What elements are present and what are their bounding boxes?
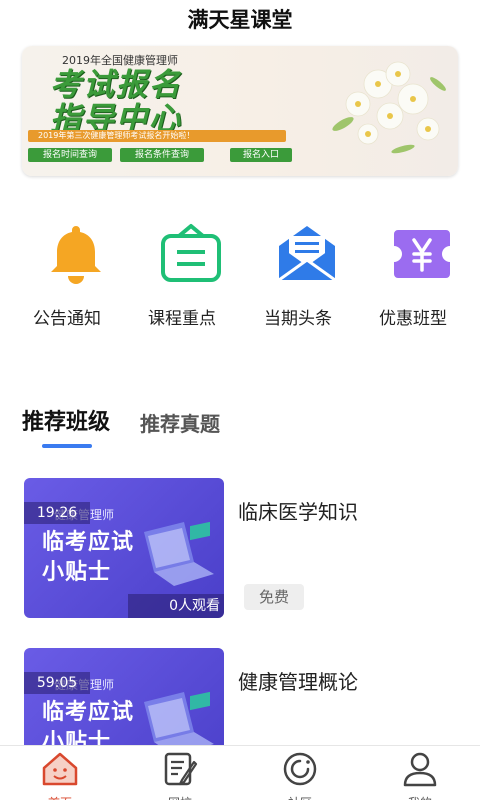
bell-icon <box>51 226 101 284</box>
banner-button-conditions[interactable]: 报名条件查询 <box>120 148 204 162</box>
home-icon <box>42 752 78 786</box>
tabbar-home[interactable]: 首页 <box>0 750 120 800</box>
page-title: 满天星课堂 <box>187 8 293 32</box>
video-duration: 59:05 <box>24 672 90 694</box>
quick-link-headlines[interactable]: 当期头条 <box>248 218 348 329</box>
video-duration: 19:26 <box>24 502 90 524</box>
thumb-headline-line2: 小贴士 <box>42 730 112 745</box>
view-count: 0人观看 <box>128 594 224 618</box>
thumb-headline: 临考应试 小贴士 <box>42 528 134 588</box>
banner-button-entry[interactable]: 报名入口 <box>230 148 292 162</box>
tab-recommended-classes[interactable]: 推荐班级 <box>22 404 110 436</box>
notice-board-icon <box>161 224 221 282</box>
tabbar-label: 社区 <box>240 794 360 800</box>
tabbar-label: 首页 <box>0 794 120 800</box>
tabbar-label: 网校 <box>120 794 240 800</box>
tabbar-community[interactable]: 社区 <box>240 750 360 800</box>
tabbar-profile[interactable]: 我的 <box>360 750 480 800</box>
banner-button-time[interactable]: 报名时间查询 <box>28 148 112 162</box>
course-thumbnail[interactable]: 健康管理师 临考应试 小贴士 59:05 <box>24 648 224 745</box>
thumb-headline-line1: 临考应试 <box>42 530 135 555</box>
course-title: 临床医学知识 <box>238 500 358 524</box>
thumb-headline-line2: 小贴士 <box>42 560 112 585</box>
yen-ticket-icon <box>394 230 450 278</box>
quick-link-label: 课程重点 <box>148 309 216 329</box>
course-title: 健康管理概论 <box>238 670 358 694</box>
quick-links: 公告通知 课程重点 当期头条 优惠班型 <box>0 218 480 338</box>
course-card[interactable]: 健康管理师 临考应试 小贴士 19:26 0人观看 临床医学知识 免费 <box>24 478 456 618</box>
quick-link-announcements[interactable]: 公告通知 <box>17 218 117 329</box>
envelope-icon <box>278 226 336 282</box>
laptop-illustration <box>144 692 214 745</box>
flowers-image <box>332 61 446 154</box>
tab-recommended-exams[interactable]: 推荐真题 <box>140 408 220 437</box>
course-thumbnail[interactable]: 健康管理师 临考应试 小贴士 19:26 0人观看 <box>24 478 224 618</box>
notebook-pen-icon <box>164 752 198 786</box>
quick-link-discount-classes[interactable]: 优惠班型 <box>363 218 463 329</box>
person-icon <box>403 752 437 787</box>
bottom-tab-bar: 首页 网校 社区 我的 <box>0 745 480 800</box>
thumb-headline-line1: 临考应试 <box>42 700 135 725</box>
banner-headline-line1: 考试报名 <box>50 67 182 103</box>
quick-link-course-focus[interactable]: 课程重点 <box>132 218 232 329</box>
thumb-headline: 临考应试 小贴士 <box>42 698 134 745</box>
quick-link-label: 优惠班型 <box>379 309 447 329</box>
quick-link-label: 公告通知 <box>33 309 101 329</box>
banner-strip: 2019年第三次健康管理师考试报名开始啦！ <box>28 130 286 142</box>
laptop-illustration <box>144 522 214 586</box>
promo-banner[interactable]: 2019年全国健康管理师 考试报名 指导中心 2019年第三次健康管理师考试报名… <box>22 46 458 176</box>
tabbar-school[interactable]: 网校 <box>120 750 240 800</box>
banner-top-text: 2019年全国健康管理师 <box>62 54 178 67</box>
community-ring-icon <box>283 752 317 786</box>
quick-link-label: 当期头条 <box>264 309 332 329</box>
active-tab-indicator <box>42 444 92 448</box>
tabbar-label: 我的 <box>360 794 480 800</box>
price-badge: 免费 <box>244 584 304 610</box>
banner-headline: 考试报名 指导中心 <box>50 68 182 136</box>
course-tabs: 推荐班级 推荐真题 <box>22 404 462 454</box>
course-card[interactable]: 健康管理师 临考应试 小贴士 59:05 健康管理概论 <box>24 648 456 745</box>
